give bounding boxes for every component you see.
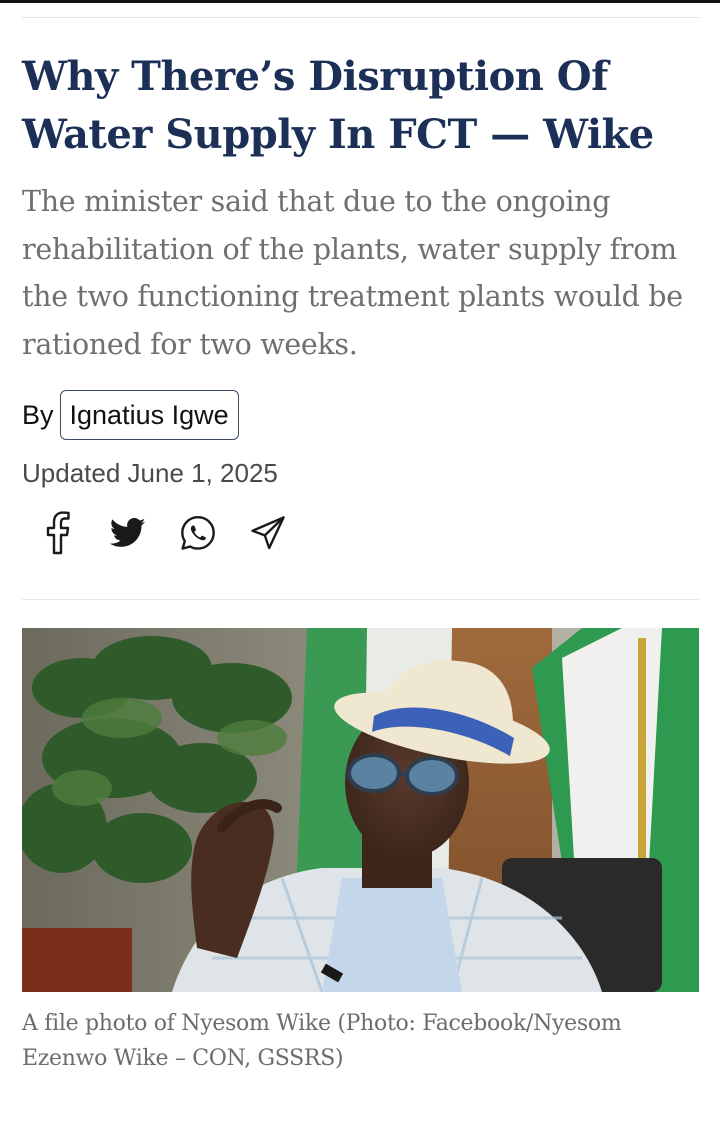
share-telegram-button[interactable] [248, 512, 288, 554]
content-divider [22, 599, 699, 600]
share-bar [38, 511, 318, 555]
whatsapp-icon [181, 516, 215, 550]
top-border [0, 0, 720, 3]
article-summary: The minister said that due to the ongoin… [22, 185, 683, 361]
telegram-icon [251, 516, 285, 550]
updated-date: Updated June 1, 2025 [22, 458, 278, 488]
twitter-icon [110, 518, 146, 547]
share-facebook-button[interactable] [38, 511, 78, 555]
article-headline: Why There’s Disruption Of Water Supply I… [22, 53, 654, 158]
author-link[interactable]: Ignatius Igwe [59, 390, 239, 440]
facebook-icon [46, 511, 70, 555]
share-whatsapp-button[interactable] [178, 512, 218, 554]
image-caption: A file photo of Nyesom Wike (Photo: Face… [22, 1011, 622, 1071]
photo-illustration [22, 628, 699, 992]
byline: By Ignatius Igwe [22, 389, 239, 441]
share-twitter-button[interactable] [108, 512, 148, 554]
byline-prefix: By [22, 399, 54, 430]
top-divider [22, 17, 699, 18]
article-photo[interactable] [22, 628, 699, 992]
